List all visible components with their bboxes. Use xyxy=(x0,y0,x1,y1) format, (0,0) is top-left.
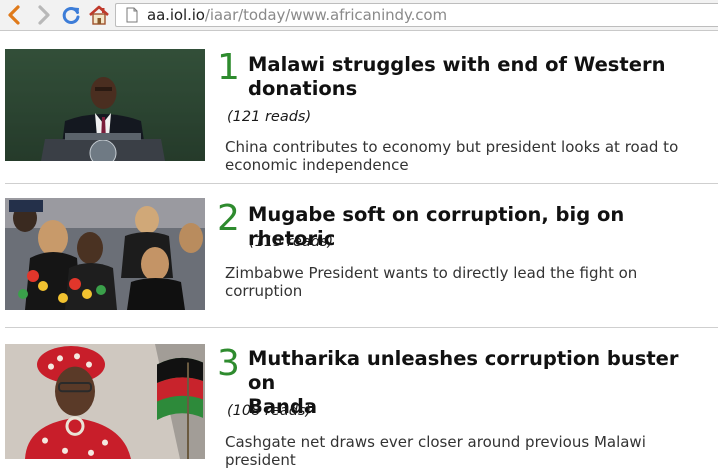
reload-icon xyxy=(62,7,80,24)
read-count: (108 reads) xyxy=(227,403,312,419)
read-count: (115 reads) xyxy=(249,234,334,250)
address-bar[interactable]: aa.iol.io/iaar/today/www.africanindy.com xyxy=(115,3,718,27)
summary-line: Zimbabwe President wants to directly lea… xyxy=(225,264,638,300)
url-text: aa.iol.io/iaar/today/www.africanindy.com xyxy=(147,6,447,24)
home-icon xyxy=(89,5,109,25)
url-host: aa.iol.io xyxy=(147,6,205,24)
article-item[interactable]: 1 Malawi struggles with end of Western d… xyxy=(0,31,718,183)
malawi-president-podium-image xyxy=(5,49,205,161)
home-button[interactable] xyxy=(88,4,110,26)
article-summary: China contributes to economy but preside… xyxy=(225,138,715,174)
page-icon xyxy=(126,7,138,23)
mugabe-crowd-image xyxy=(5,198,205,310)
headline-line: Banda xyxy=(248,395,318,418)
back-arrow-icon xyxy=(8,5,20,25)
article-summary: Zimbabwe President wants to directly lea… xyxy=(225,264,715,300)
url-path: /iaar/today/www.africanindy.com xyxy=(204,6,448,24)
article-headline[interactable]: Mutharika unleashes corruption buster on… xyxy=(248,347,688,419)
headline-line: Malawi struggles with end of Western xyxy=(248,53,666,76)
read-count: (121 reads) xyxy=(227,109,312,125)
article-headline[interactable]: Malawi struggles with end of Western don… xyxy=(248,53,688,101)
banda-with-flag-image xyxy=(5,344,205,459)
summary-line: China contributes to economy but preside… xyxy=(225,138,679,156)
forward-button[interactable] xyxy=(32,4,54,26)
article-summary: Cashgate net draws ever closer around pr… xyxy=(225,433,715,469)
forward-arrow-icon xyxy=(38,5,50,25)
summary-line: Cashgate net draws ever closer around pr… xyxy=(225,433,646,469)
summary-line: economic independence xyxy=(225,156,409,174)
article-rank: 3 xyxy=(217,343,240,384)
article-item[interactable]: 2 Mugabe soft on corruption, big on rhet… xyxy=(0,184,718,327)
article-item[interactable]: 3 Mutharika unleashes corruption buster … xyxy=(0,328,718,469)
browser-toolbar: aa.iol.io/iaar/today/www.africanindy.com xyxy=(0,0,718,31)
article-image[interactable] xyxy=(5,198,205,310)
article-rank: 2 xyxy=(217,198,240,239)
reload-button[interactable] xyxy=(60,4,82,26)
headline-line: donations xyxy=(248,77,358,100)
article-image[interactable] xyxy=(5,49,205,161)
back-button[interactable] xyxy=(4,4,26,26)
article-rank: 1 xyxy=(217,47,240,88)
headline-line: Mutharika unleashes corruption buster on xyxy=(248,347,679,394)
article-image[interactable] xyxy=(5,344,205,459)
